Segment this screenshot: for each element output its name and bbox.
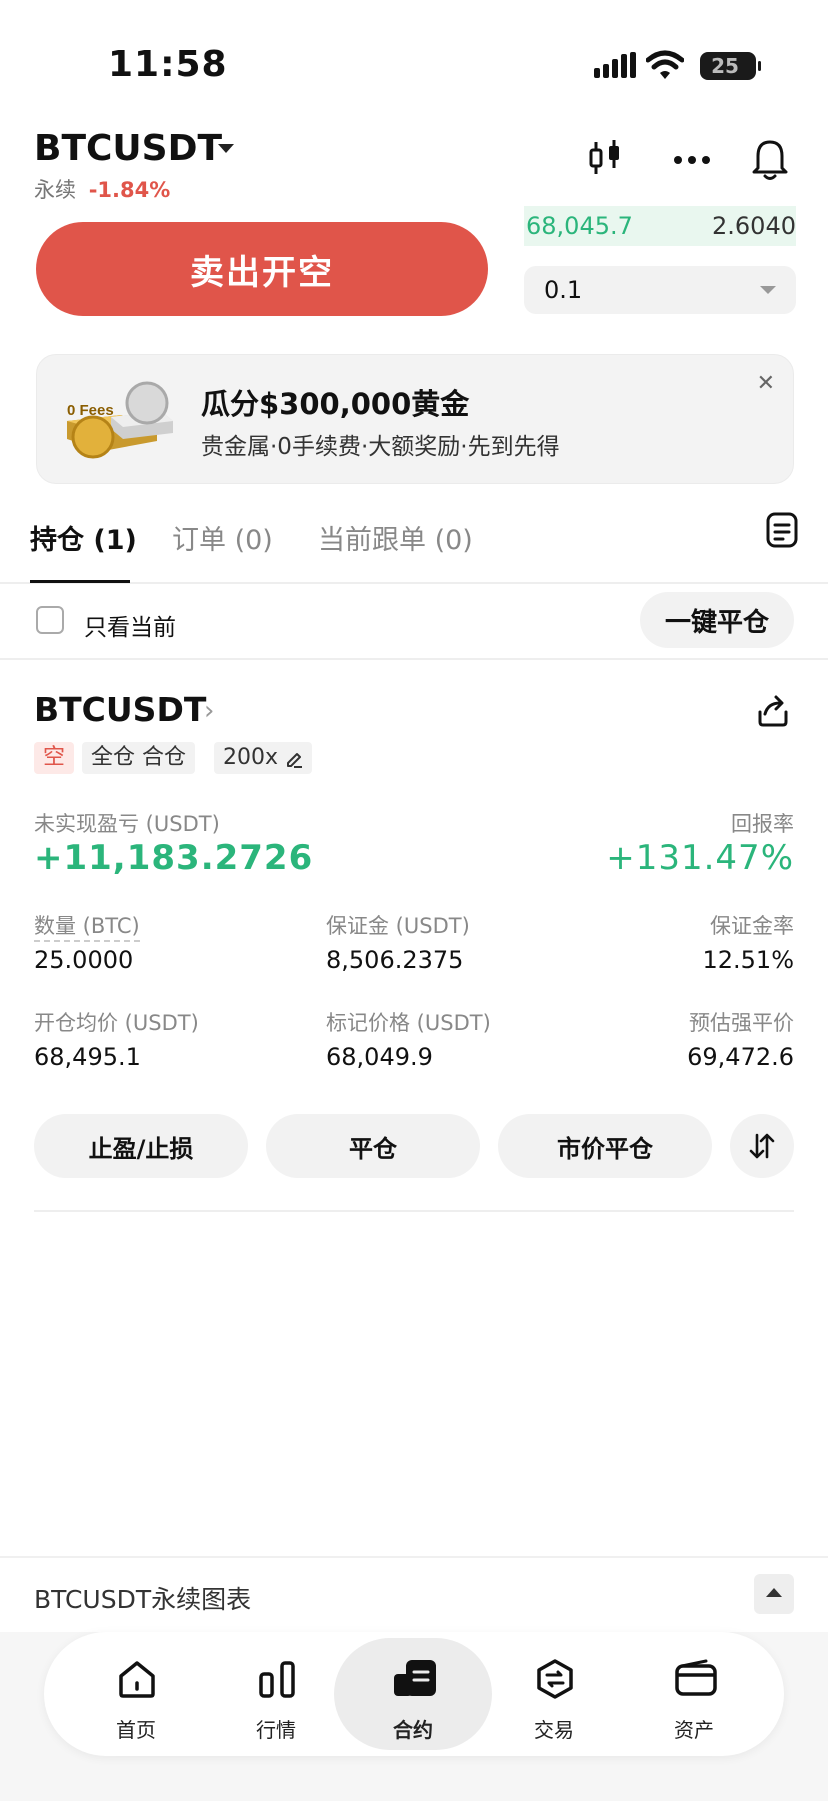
home-icon: [119, 1661, 155, 1698]
tab-positions[interactable]: 持仓 (1): [30, 518, 137, 557]
unrealized-pnl-label: 未实现盈亏 (USDT): [34, 812, 220, 836]
futures-icon: [394, 1660, 436, 1696]
nav-assets[interactable]: 资产: [624, 1632, 764, 1756]
nav-market-label: 行情: [256, 1718, 296, 1742]
candlestick-icon[interactable]: [586, 138, 626, 178]
bottom-nav-area: 首页 行情 合约 交易 资产: [0, 1632, 828, 1801]
quantity-label[interactable]: 数量 (BTC): [34, 910, 140, 942]
leverage-value: 200x: [223, 745, 279, 770]
reverse-position-button[interactable]: [730, 1114, 794, 1178]
trade-icon: [537, 1659, 573, 1699]
tp-sl-button[interactable]: 止盈/止损: [34, 1114, 248, 1178]
side-badge: 空: [34, 742, 75, 774]
sell-open-short-button[interactable]: 卖出开空: [36, 222, 488, 316]
bottom-nav: 首页 行情 合约 交易 资产: [44, 1632, 784, 1756]
more-icon[interactable]: [672, 138, 712, 178]
margin-ratio-label: 保证金率: [710, 914, 794, 938]
nav-futures-label: 合约: [393, 1718, 433, 1742]
roe-label: 回报率: [731, 812, 794, 836]
close-icon[interactable]: ✕: [757, 371, 775, 396]
edit-icon: [287, 753, 303, 768]
promo-title: 瓜分$300,000黄金: [201, 387, 470, 421]
promo-description: 贵金属·0手续费·大额奖励·先到先得: [201, 434, 560, 460]
nav-trade[interactable]: 交易: [484, 1632, 624, 1756]
only-current-label[interactable]: 只看当前: [84, 608, 176, 642]
market-icon: [259, 1661, 295, 1698]
close-all-button[interactable]: 一键平仓: [640, 592, 794, 648]
cellular-signal-icon: [594, 52, 636, 78]
only-current-checkbox[interactable]: [36, 606, 64, 634]
liquidation-price-value: 69,472.6: [687, 1043, 794, 1071]
nav-trade-label: 交易: [534, 1718, 574, 1742]
chevron-right-icon[interactable]: ›: [204, 696, 214, 726]
gold-bars-icon: 0 Fees: [67, 381, 173, 459]
entry-price-label: 开仓均价 (USDT): [34, 1011, 199, 1035]
margin-label: 保证金 (USDT): [326, 914, 470, 938]
swap-arrows-icon: [749, 1133, 775, 1159]
symbol-dropdown-icon[interactable]: [218, 144, 234, 153]
chart-panel-title: BTCUSDT永续图表: [34, 1585, 252, 1614]
active-tab-indicator: [30, 580, 130, 583]
margin-mode-badge: 全仓 合仓: [82, 742, 195, 774]
orderbook-qty: 2.6040: [712, 212, 796, 240]
nav-market[interactable]: 行情: [206, 1632, 346, 1756]
share-icon[interactable]: [756, 694, 790, 728]
nav-futures[interactable]: 合约: [334, 1638, 492, 1750]
orderbook-row[interactable]: 68,045.7 2.6040: [524, 206, 796, 246]
margin-value: 8,506.2375: [326, 946, 464, 974]
market-close-button[interactable]: 市价平仓: [498, 1114, 712, 1178]
bell-icon[interactable]: [750, 136, 790, 182]
battery-icon: 25: [700, 52, 761, 80]
order-history-icon[interactable]: [766, 512, 798, 548]
liquidation-price-label: 预估强平价: [689, 1011, 794, 1035]
expand-up-icon[interactable]: [754, 1574, 794, 1614]
wifi-icon: [646, 50, 684, 79]
symbol-subtitle: 永续 -1.84%: [34, 174, 170, 204]
mark-price-value: 68,049.9: [326, 1043, 433, 1071]
promo-art-text: 0 Fees: [67, 402, 114, 419]
card-divider: [34, 1210, 794, 1212]
quantity-value: 25.0000: [34, 946, 134, 974]
chevron-down-icon: [760, 286, 776, 294]
quantity-value: 0.1: [544, 276, 583, 304]
mark-price-label: 标记价格 (USDT): [326, 1011, 491, 1035]
close-position-button[interactable]: 平仓: [266, 1114, 480, 1178]
unrealized-pnl-value: +11,183.2726: [34, 838, 314, 878]
leverage-badge[interactable]: 200x: [214, 742, 313, 774]
status-bar: 11:58 25: [0, 0, 828, 120]
tab-copy-trading[interactable]: 当前跟单 (0): [318, 518, 473, 557]
roe-value: +131.47%: [606, 838, 794, 878]
orderbook-price: 68,045.7: [526, 212, 633, 240]
nav-home-label: 首页: [116, 1718, 156, 1742]
status-time: 11:58: [108, 44, 228, 85]
position-symbol[interactable]: BTCUSDT: [34, 690, 206, 729]
promo-banner[interactable]: 0 Fees 瓜分$300,000黄金 贵金属·0手续费·大额奖励·先到先得 ✕: [36, 354, 794, 484]
contract-kind: 永续: [34, 178, 76, 202]
margin-ratio-value: 12.51%: [702, 946, 794, 974]
filter-row: 只看当前 一键平仓: [0, 586, 828, 660]
price-change: -1.84%: [88, 178, 171, 202]
tab-orders[interactable]: 订单 (0): [172, 518, 273, 557]
symbol-title[interactable]: BTCUSDT: [34, 128, 222, 169]
entry-price-value: 68,495.1: [34, 1043, 141, 1071]
chart-panel-bar[interactable]: BTCUSDT永续图表: [0, 1556, 828, 1632]
wallet-icon: [675, 1659, 717, 1696]
position-tabs: 持仓 (1) 订单 (0) 当前跟单 (0): [0, 500, 828, 584]
quantity-select[interactable]: 0.1: [524, 266, 796, 314]
nav-home[interactable]: 首页: [66, 1632, 206, 1756]
battery-level: 25: [711, 54, 739, 78]
nav-assets-label: 资产: [674, 1718, 714, 1742]
